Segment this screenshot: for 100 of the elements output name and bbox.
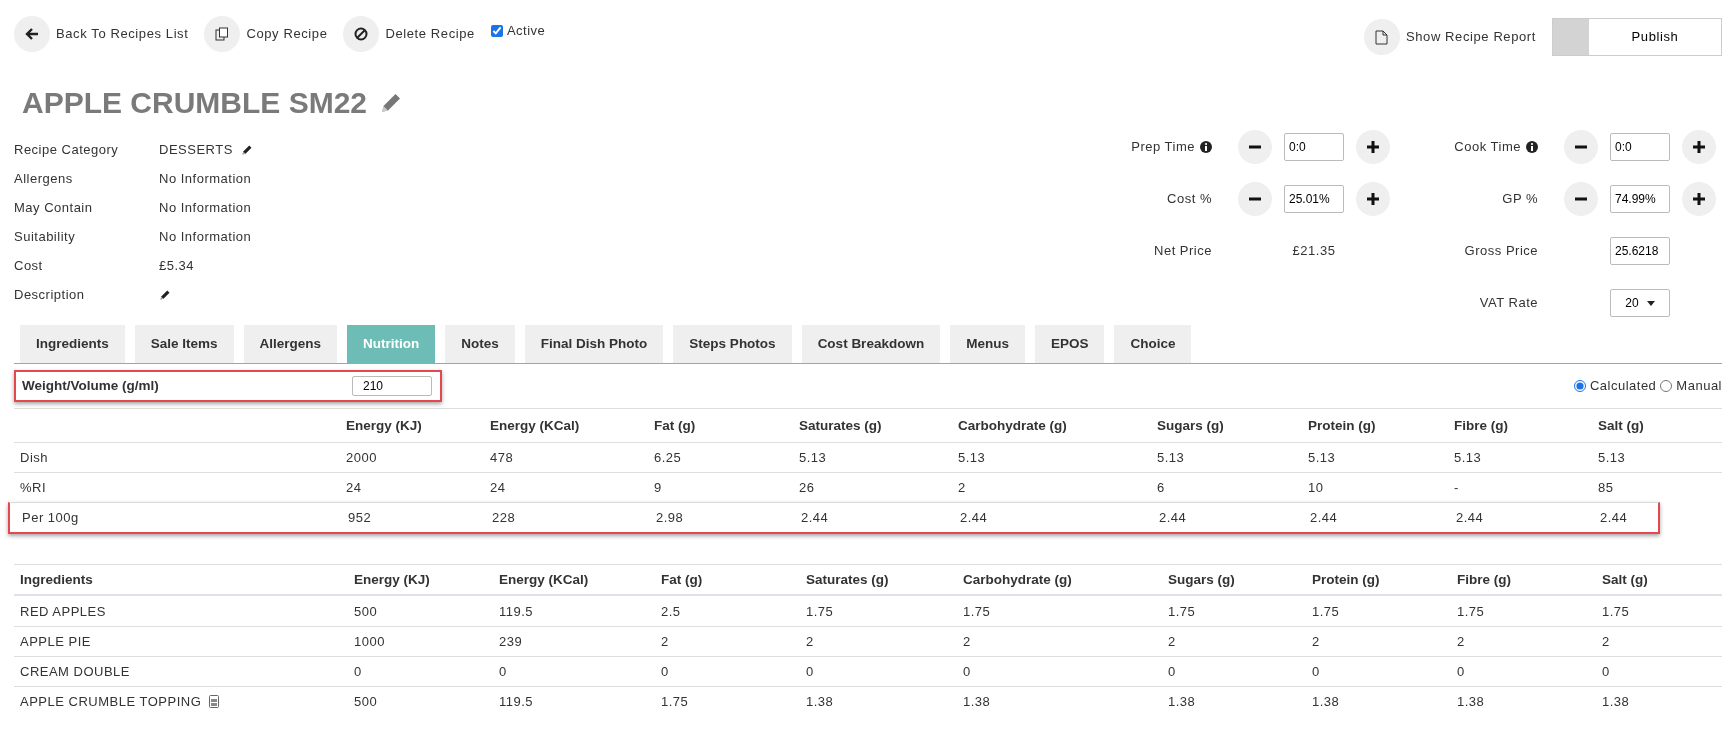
table-cell-text: 2 (1167, 633, 1177, 651)
table-cell-text: 5.13 (957, 449, 987, 467)
field-label: VAT Rate (1479, 294, 1538, 313)
pencil-icon[interactable] (240, 143, 253, 156)
tab[interactable]: Steps Photos (673, 325, 792, 363)
input-field[interactable]: 0:0 (1284, 133, 1344, 161)
column-header: Carbohydrate (g) (962, 570, 1073, 589)
radio-label[interactable]: Manual (1676, 376, 1722, 396)
field-label: Gross Price (1464, 242, 1538, 261)
column-header: Salt (g) (1601, 570, 1649, 589)
checkbox-label[interactable]: Active (506, 21, 546, 41)
decrement-button[interactable] (1238, 130, 1272, 164)
table-cell-text: 2.44 (800, 509, 830, 527)
table-cell-text: 0 (353, 663, 363, 681)
input-field[interactable]: 74.99% (1610, 185, 1670, 213)
column-header: Fat (g) (660, 570, 704, 589)
table-cell-text: 6.25 (653, 449, 683, 467)
tab[interactable]: Final Dish Photo (524, 325, 664, 363)
input-field[interactable]: 0:0 (1610, 133, 1670, 161)
radio-button[interactable] (1573, 380, 1586, 393)
active-checkbox[interactable] (490, 25, 503, 37)
field-label: Description (14, 285, 86, 304)
radio-label[interactable]: Calculated (1589, 376, 1657, 396)
plus-icon (1366, 140, 1380, 154)
tab[interactable]: Notes (445, 325, 515, 363)
column-header: Fat (g) (653, 416, 697, 435)
table-cell-text: 2 (660, 633, 670, 651)
table-cell-text: 0 (805, 663, 815, 681)
plus-icon (1692, 140, 1706, 154)
field-label: Recipe Category (14, 140, 120, 159)
table-cell-text: 2.44 (1599, 509, 1629, 527)
increment-button[interactable] (1682, 182, 1716, 216)
input-field[interactable]: 25.01% (1284, 185, 1344, 213)
tab[interactable]: Sale Items (134, 325, 234, 363)
table-cell-text: 2 (1601, 633, 1611, 651)
table-cell-text: 1.75 (1601, 602, 1631, 621)
table-cell-text: 0 (1311, 663, 1321, 681)
ban-icon (343, 16, 380, 52)
increment-button[interactable] (1356, 182, 1390, 216)
table-cell-text: 1.38 (805, 693, 835, 711)
table-cell-text: 952 (347, 509, 373, 527)
field-label: Prep Time (1131, 138, 1195, 157)
increment-button[interactable] (1356, 130, 1390, 164)
table-cell-text: 1.75 (660, 693, 690, 711)
document-icon (1363, 19, 1400, 55)
table-cell-text: 2 (957, 479, 967, 497)
action-button[interactable]: Delete Recipe (343, 16, 475, 52)
field-label: Weight/Volume (g/ml) (22, 377, 160, 395)
field-value: No Information (159, 169, 252, 188)
table-cell-text: 5.13 (1307, 449, 1337, 467)
radio-button[interactable] (1660, 380, 1673, 393)
table-cell-text: 0 (498, 663, 508, 681)
decrement-button[interactable] (1564, 182, 1598, 216)
vat-dropdown[interactable]: 20 (1610, 289, 1670, 317)
table-cell-text: 119.5 (498, 693, 535, 711)
container-icon (209, 695, 220, 709)
tab[interactable]: Choice (1114, 325, 1192, 363)
table-cell-text: 1.38 (1456, 693, 1486, 711)
decrement-button[interactable] (1238, 182, 1272, 216)
table-cell-text: 500 (353, 693, 379, 711)
table-cell-text: 0 (1601, 663, 1611, 681)
table-cell-text: 1.38 (1601, 693, 1631, 711)
report-button[interactable]: Show Recipe Report (1363, 19, 1536, 55)
info-icon (1200, 141, 1212, 153)
table-cell-text: Dish (19, 449, 49, 467)
table-cell-text: 1.75 (1311, 602, 1341, 621)
table-cell-text: 24 (345, 479, 363, 497)
table-cell-text: 1.75 (805, 602, 835, 621)
tab[interactable]: EPOS (1034, 325, 1105, 363)
column-header: Energy (KJ) (345, 416, 423, 435)
table-cell-text: 0 (660, 663, 670, 681)
field-label: Net Price (1154, 242, 1212, 261)
table-cell-text: APPLE PIE (20, 633, 91, 651)
action-button[interactable]: Copy Recipe (204, 16, 328, 52)
weight-field[interactable]: 210 (352, 376, 432, 397)
column-header: Energy (KCal) (498, 570, 590, 589)
decrement-button[interactable] (1564, 130, 1598, 164)
column-header: Saturates (g) (805, 570, 890, 589)
table-cell-text: 5.13 (1453, 449, 1483, 467)
column-header: Salt (g) (1597, 416, 1645, 435)
table-cell-text: CREAM DOUBLE (20, 663, 131, 681)
field-label: Allergens (14, 169, 74, 188)
table-cell-text: 2000 (345, 449, 378, 467)
table-cell-text: - (1453, 479, 1460, 497)
tab[interactable]: Menus (950, 325, 1025, 363)
tab[interactable]: Ingredients (20, 325, 125, 363)
input-field[interactable]: 25.6218 (1610, 237, 1670, 265)
table-cell-text: 0 (1456, 663, 1466, 681)
table-cell-text: 2 (805, 633, 815, 651)
publish-toggle[interactable]: Publish (1552, 18, 1722, 56)
table-cell-text: 1.38 (962, 693, 992, 711)
tab[interactable]: Allergens (243, 325, 338, 363)
increment-button[interactable] (1682, 130, 1716, 164)
price-value: £21.35 (1292, 242, 1336, 261)
tab[interactable]: Cost Breakdown (801, 325, 941, 363)
action-button[interactable]: Back To Recipes List (14, 16, 189, 52)
pencil-icon[interactable] (159, 288, 171, 301)
table-cell-text: 10 (1307, 479, 1325, 497)
info-icon (1526, 141, 1538, 153)
table-cell-text: %RI (19, 479, 48, 497)
